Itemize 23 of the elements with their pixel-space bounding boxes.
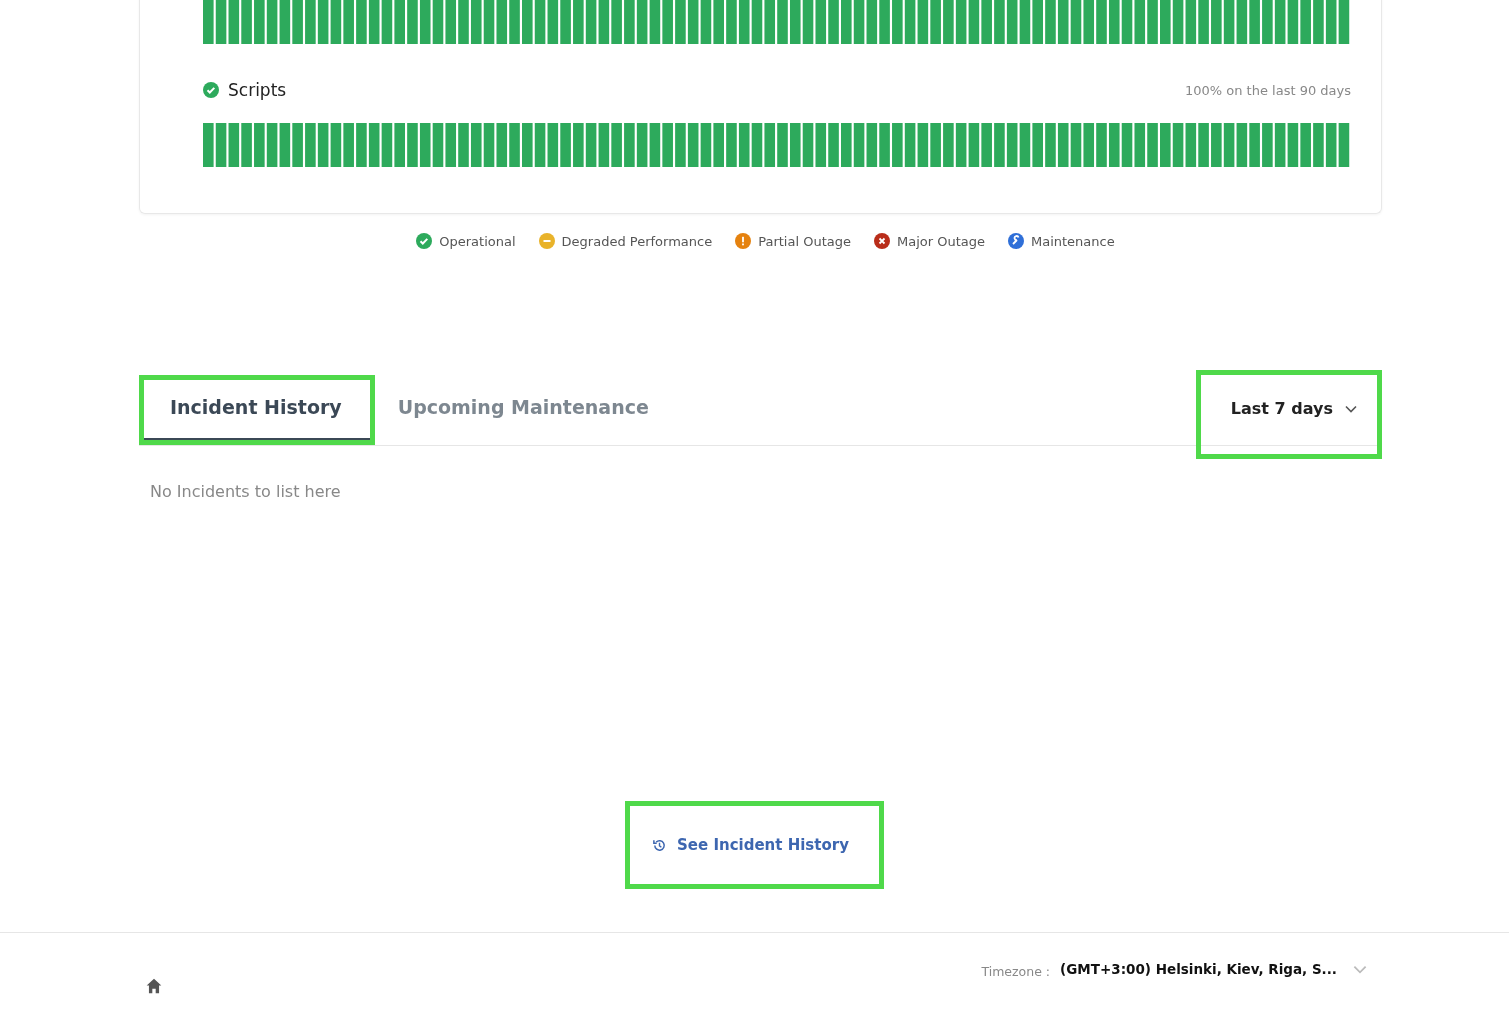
component-name: Scripts (228, 80, 287, 100)
check-circle-icon (203, 82, 219, 98)
check-circle-icon (416, 233, 433, 249)
see-incident-history-button[interactable]: See Incident History (625, 801, 884, 889)
home-icon[interactable] (145, 977, 163, 995)
uptime-text: 100% on the last 90 days (1184, 82, 1351, 98)
timezone-dropdown[interactable]: (GMT+3:00) Helsinki, Kiev, Riga, S... (1060, 961, 1367, 977)
legend-label: Degraded Performance (561, 233, 713, 249)
tab[interactable]: Upcoming Maintenance (374, 375, 672, 445)
chevron-down-icon (1345, 404, 1357, 413)
empty-message: No Incidents to list here (150, 482, 342, 501)
timezone-label: Timezone : (981, 964, 1051, 979)
legend-label: Operational (439, 233, 516, 249)
x-circle-icon (873, 233, 890, 249)
history-icon (652, 837, 668, 853)
range-dropdown[interactable]: Last 7 days (1195, 370, 1382, 459)
legend-label: Major Outage (896, 233, 985, 249)
minus-circle-icon (538, 233, 555, 249)
chevron-down-icon (1353, 964, 1367, 974)
legend-label: Partial Outage (758, 233, 851, 249)
tab[interactable]: Incident History (139, 375, 375, 445)
legend-label: Maintenance (1030, 233, 1115, 249)
exclamation-circle-icon (735, 233, 752, 249)
